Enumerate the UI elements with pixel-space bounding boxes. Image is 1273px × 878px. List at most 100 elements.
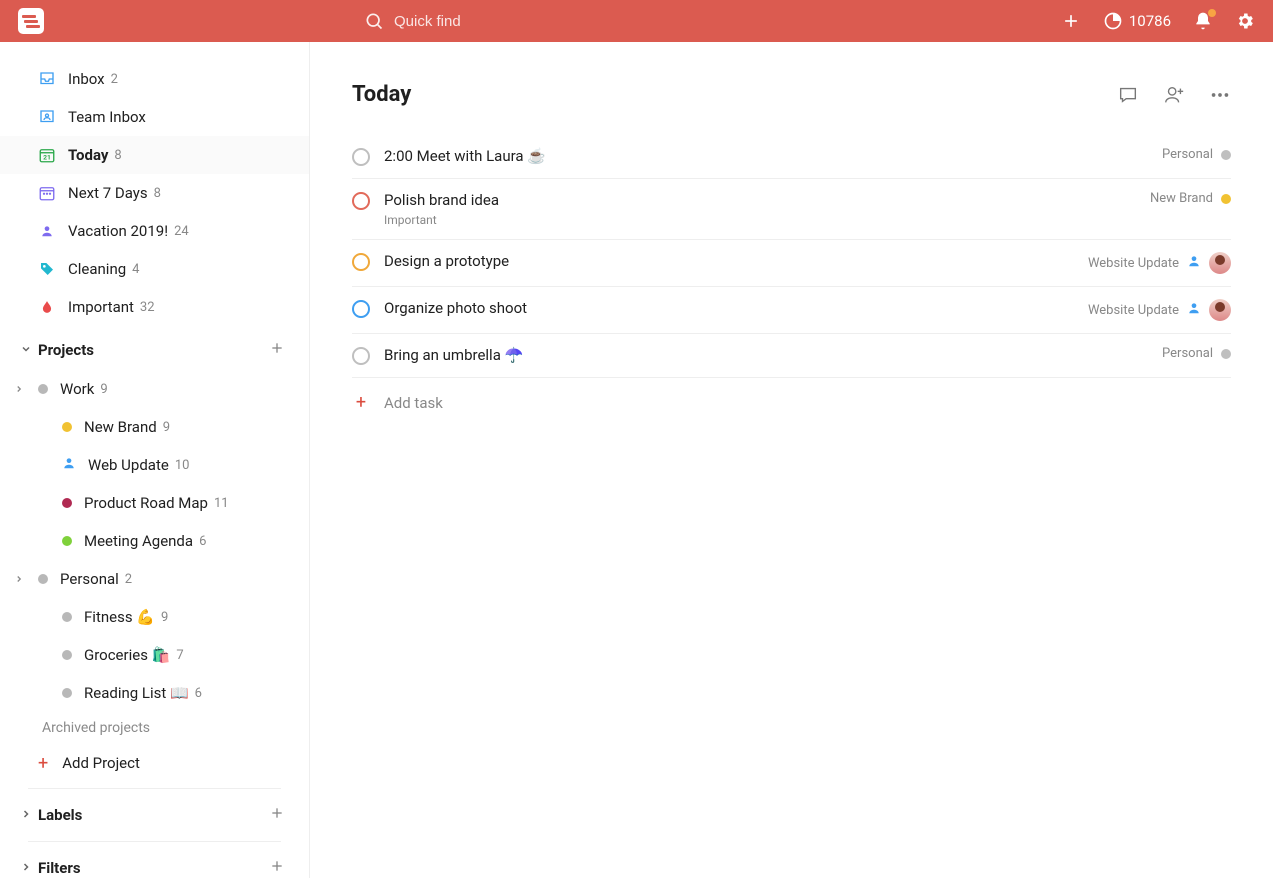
favorite-cleaning[interactable]: Cleaning4 bbox=[0, 250, 309, 288]
project-new-brand[interactable]: New Brand 9 bbox=[0, 408, 309, 446]
project-count: 9 bbox=[161, 610, 168, 625]
project-web-update[interactable]: Web Update 10 bbox=[0, 446, 309, 484]
task-label: Important bbox=[384, 213, 1150, 227]
karma-value: 10786 bbox=[1129, 12, 1171, 30]
favorite-count: 24 bbox=[174, 224, 189, 239]
favorite-vacation-2019-[interactable]: Vacation 2019! 24 bbox=[0, 212, 309, 250]
svg-text:21: 21 bbox=[43, 154, 51, 162]
project-label: Work bbox=[60, 380, 94, 398]
more-icon[interactable] bbox=[1209, 84, 1231, 106]
task-row[interactable]: Polish brand ideaImportantNew Brand bbox=[352, 179, 1231, 240]
add-task-label: Add task bbox=[384, 394, 443, 412]
favorite-count: 32 bbox=[140, 300, 155, 315]
person-icon bbox=[1187, 301, 1201, 319]
add-task-icon[interactable] bbox=[1061, 11, 1081, 31]
nav-inbox[interactable]: Inbox2 bbox=[0, 60, 309, 98]
search-input[interactable] bbox=[394, 13, 594, 30]
chevron-down-icon bbox=[20, 341, 34, 359]
filters-header[interactable]: Filters bbox=[0, 848, 309, 878]
task-row[interactable]: Bring an umbrella ☂️Personal bbox=[352, 334, 1231, 378]
add-filter-icon[interactable] bbox=[269, 858, 285, 878]
task-checkbox[interactable] bbox=[352, 253, 370, 271]
project-label: Groceries 🛍️ bbox=[84, 646, 170, 664]
task-title: 2:00 Meet with Laura ☕ bbox=[384, 147, 1162, 165]
task-row[interactable]: Design a prototypeWebsite Update bbox=[352, 240, 1231, 287]
task-checkbox[interactable] bbox=[352, 148, 370, 166]
add-project-icon[interactable] bbox=[269, 340, 285, 360]
project-count: 6 bbox=[199, 534, 206, 549]
comment-icon[interactable] bbox=[1117, 84, 1139, 106]
task-checkbox[interactable] bbox=[352, 347, 370, 365]
project-groceries-[interactable]: Groceries 🛍️7 bbox=[0, 636, 309, 674]
plus-icon: + bbox=[352, 392, 370, 413]
favorite-label: Cleaning bbox=[68, 260, 126, 278]
gear-icon[interactable] bbox=[1235, 11, 1255, 31]
chevron-right-icon[interactable] bbox=[14, 570, 24, 588]
add-project-button[interactable]: + Add Project bbox=[0, 744, 309, 782]
divider bbox=[28, 841, 281, 842]
karma-counter[interactable]: 10786 bbox=[1103, 11, 1171, 31]
assignee-avatar bbox=[1209, 252, 1231, 274]
project-count: 10 bbox=[175, 458, 190, 473]
project-work[interactable]: Work 9 bbox=[0, 370, 309, 408]
project-count: 9 bbox=[100, 382, 107, 397]
task-project: New Brand bbox=[1150, 191, 1213, 206]
chevron-right-icon[interactable] bbox=[14, 380, 24, 398]
assignee-avatar bbox=[1209, 299, 1231, 321]
task-checkbox[interactable] bbox=[352, 192, 370, 210]
project-color-dot bbox=[62, 650, 72, 660]
project-count: 9 bbox=[163, 420, 170, 435]
divider bbox=[28, 788, 281, 789]
project-reading-list-[interactable]: Reading List 📖6 bbox=[0, 674, 309, 712]
archived-projects[interactable]: Archived projects bbox=[0, 720, 309, 736]
nav-team-inbox[interactable]: Team Inbox bbox=[0, 98, 309, 136]
project-color-dot bbox=[1221, 194, 1231, 204]
favorite-important[interactable]: Important 32 bbox=[0, 288, 309, 326]
project-product-road-map[interactable]: Product Road Map11 bbox=[0, 484, 309, 522]
nav-label: Inbox bbox=[68, 70, 105, 88]
project-color-dot bbox=[62, 688, 72, 698]
project-meeting-agenda[interactable]: Meeting Agenda6 bbox=[0, 522, 309, 560]
project-color-dot bbox=[62, 498, 72, 508]
project-color-dot bbox=[38, 574, 48, 584]
labels-header[interactable]: Labels bbox=[0, 795, 309, 835]
favorite-label: Important bbox=[68, 298, 134, 316]
nav-today[interactable]: 21Today8 bbox=[0, 136, 309, 174]
today-icon: 21 bbox=[38, 146, 56, 164]
task-row[interactable]: Organize photo shootWebsite Update bbox=[352, 287, 1231, 334]
project-label: Web Update bbox=[88, 456, 169, 474]
project-label: New Brand bbox=[84, 418, 157, 436]
search-area[interactable] bbox=[364, 11, 1061, 31]
search-icon bbox=[364, 11, 384, 31]
add-task-button[interactable]: + Add task bbox=[352, 378, 1231, 427]
favorite-label: Vacation 2019! bbox=[68, 222, 168, 240]
labels-header-label: Labels bbox=[38, 806, 82, 824]
add-label-icon[interactable] bbox=[269, 805, 285, 825]
task-title: Design a prototype bbox=[384, 252, 1088, 270]
project-count: 2 bbox=[125, 572, 132, 587]
project-fitness-[interactable]: Fitness 💪 9 bbox=[0, 598, 309, 636]
share-icon[interactable] bbox=[1163, 84, 1185, 106]
projects-header[interactable]: Projects bbox=[0, 330, 309, 370]
filters-header-label: Filters bbox=[38, 859, 81, 877]
project-color-dot bbox=[62, 536, 72, 546]
nav-count: 8 bbox=[114, 148, 121, 163]
notifications-button[interactable] bbox=[1193, 11, 1213, 31]
nav-next-7-days[interactable]: Next 7 Days8 bbox=[0, 174, 309, 212]
project-personal[interactable]: Personal2 bbox=[0, 560, 309, 598]
team-icon bbox=[38, 108, 56, 126]
chevron-right-icon bbox=[20, 859, 34, 877]
page-title: Today bbox=[352, 82, 411, 107]
karma-icon bbox=[1103, 11, 1123, 31]
task-title: Organize photo shoot bbox=[384, 299, 1088, 317]
project-count: 6 bbox=[195, 686, 202, 701]
plus-icon: + bbox=[38, 753, 48, 774]
task-project: Personal bbox=[1162, 147, 1213, 162]
task-row[interactable]: 2:00 Meet with Laura ☕Personal bbox=[352, 135, 1231, 179]
person-icon bbox=[1187, 254, 1201, 272]
app-logo[interactable] bbox=[18, 8, 44, 34]
nav-label: Team Inbox bbox=[68, 108, 146, 126]
task-checkbox[interactable] bbox=[352, 300, 370, 318]
project-label: Fitness 💪 bbox=[84, 608, 155, 626]
add-project-label: Add Project bbox=[62, 754, 140, 772]
